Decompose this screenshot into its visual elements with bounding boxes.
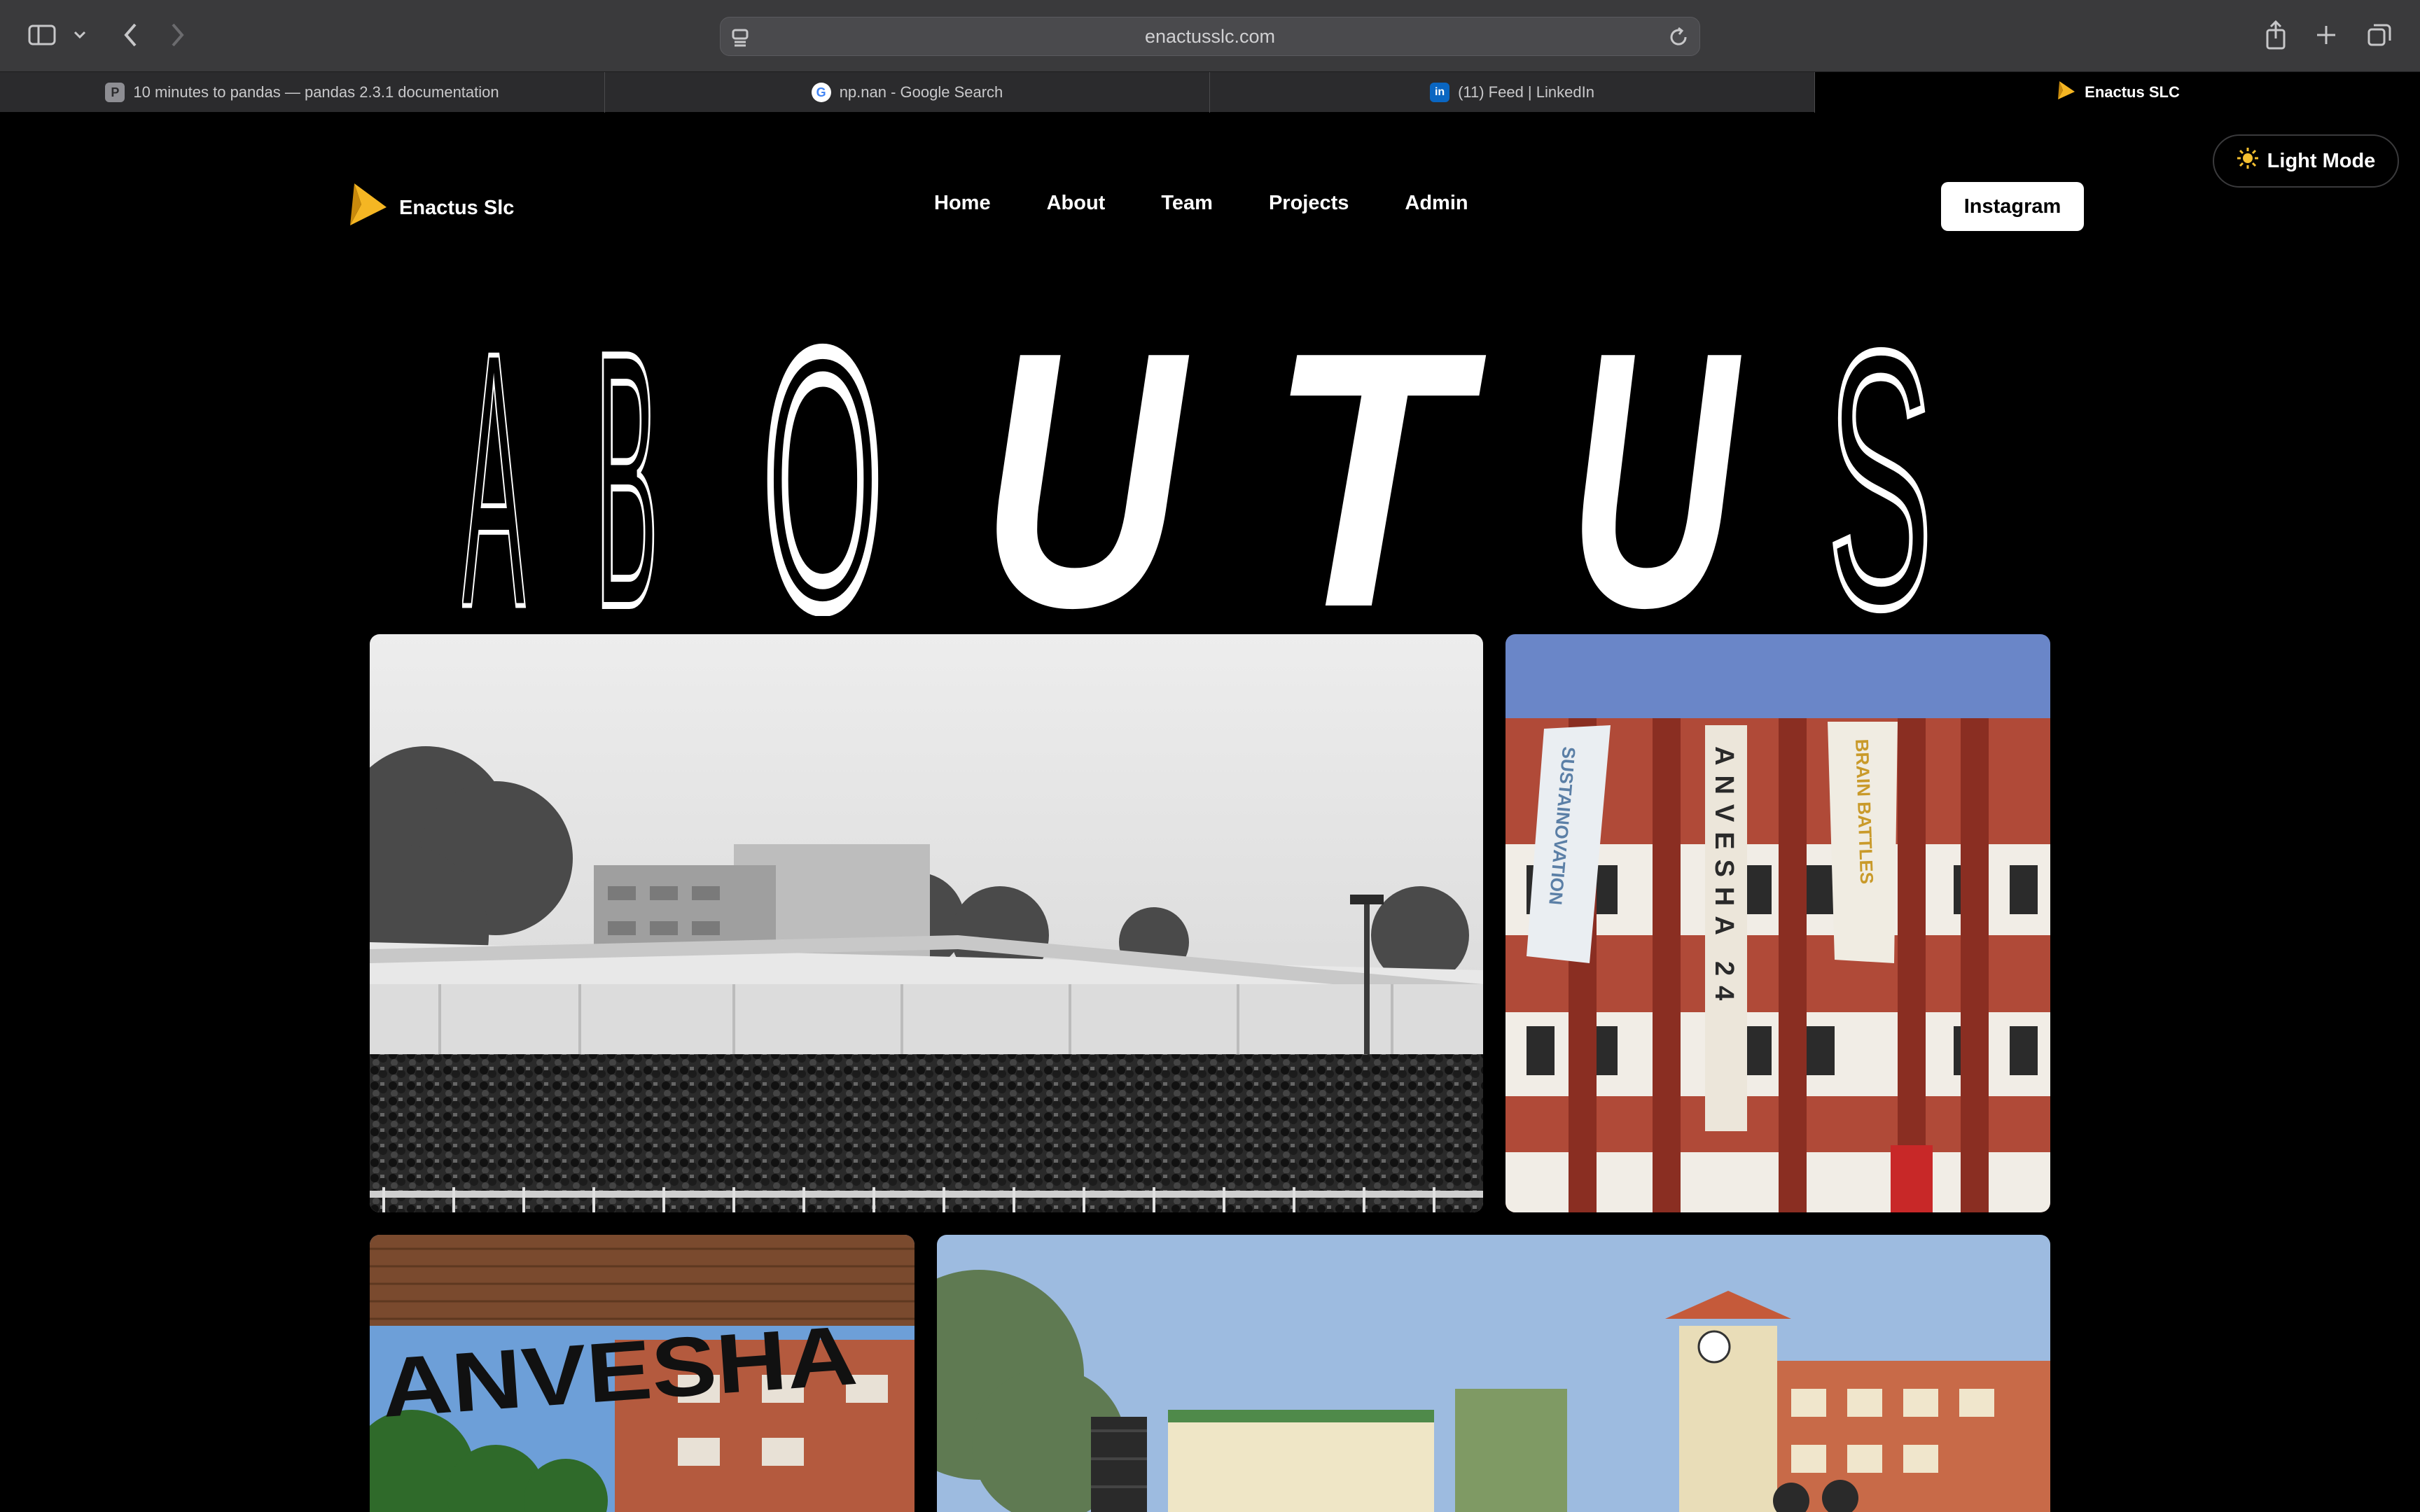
url-text: enactusslc.com	[1144, 25, 1276, 47]
heading-letter-u: U	[980, 336, 1191, 616]
heading-letter-a: A	[462, 336, 526, 616]
tab-linkedin[interactable]: in (11) Feed | LinkedIn	[1210, 72, 1815, 113]
site-nav: Enactus Slc Home About Team Projects Adm…	[0, 168, 2420, 244]
google-favicon-icon: G	[811, 83, 831, 102]
nav-admin[interactable]: Admin	[1405, 192, 1468, 215]
about-us-heading: A B O U T U S	[462, 336, 1937, 616]
tab-title: 10 minutes to pandas — pandas 2.3.1 docu…	[133, 83, 499, 101]
brand[interactable]: Enactus Slc	[346, 181, 514, 235]
banner-anvesha-24: ANVESHA 24	[1705, 725, 1747, 1131]
tab-bar: P 10 minutes to pandas — pandas 2.3.1 do…	[0, 71, 2420, 113]
nav-team[interactable]: Team	[1161, 192, 1213, 215]
browser-toolbar: enactusslc.com	[0, 0, 2420, 71]
nav-about[interactable]: About	[1047, 192, 1106, 215]
heading-letter-u2: U	[1569, 336, 1743, 616]
heading-letter-o: O	[763, 336, 882, 616]
reload-icon[interactable]	[1667, 26, 1690, 48]
new-tab-icon[interactable]	[2312, 21, 2340, 49]
tab-pandas[interactable]: P 10 minutes to pandas — pandas 2.3.1 do…	[0, 72, 605, 113]
tab-title: np.nan - Google Search	[839, 83, 1003, 101]
address-bar[interactable]: enactusslc.com	[720, 17, 1700, 56]
nav-home[interactable]: Home	[934, 192, 991, 215]
heading-letter-s: S	[1828, 336, 1933, 616]
share-icon[interactable]	[2262, 18, 2290, 52]
enactus-logo-icon	[346, 181, 389, 235]
enactus-favicon-icon	[2055, 80, 2076, 105]
chevron-down-icon[interactable]	[70, 25, 90, 45]
tab-enactus[interactable]: Enactus SLC	[1815, 72, 2420, 113]
nav-projects[interactable]: Projects	[1269, 192, 1349, 215]
crowd-event-photo	[370, 634, 1483, 1212]
anvesha-banners-photo: SUSTAINOVATION ANVESHA 24 BRAIN BATTLES	[1505, 634, 2050, 1212]
sidebar-toggle-icon[interactable]	[27, 22, 57, 48]
svg-text:ANVESHA 24: ANVESHA 24	[1709, 746, 1739, 1010]
anvesha-sign-photo: ANVESHA	[370, 1235, 915, 1512]
back-icon[interactable]	[118, 21, 143, 49]
brand-name: Enactus Slc	[399, 196, 515, 219]
linkedin-favicon-icon: in	[1430, 83, 1450, 102]
tab-title: (11) Feed | LinkedIn	[1458, 83, 1594, 101]
banner-brain-battles: BRAIN BATTLES	[1828, 722, 1898, 963]
nav-links: Home About Team Projects Admin	[934, 192, 1468, 215]
tab-title: Enactus SLC	[2085, 83, 2180, 101]
instagram-button[interactable]: Instagram	[1941, 182, 2084, 231]
campus-clocktower-photo	[937, 1235, 2050, 1512]
forward-icon[interactable]	[165, 21, 190, 49]
heading-letter-t: T	[1267, 336, 1488, 616]
pandas-favicon-icon: P	[105, 83, 125, 102]
heading-letter-b: B	[595, 336, 658, 616]
tab-overview-icon[interactable]	[2365, 21, 2393, 49]
tab-google-search[interactable]: G np.nan - Google Search	[605, 72, 1210, 113]
